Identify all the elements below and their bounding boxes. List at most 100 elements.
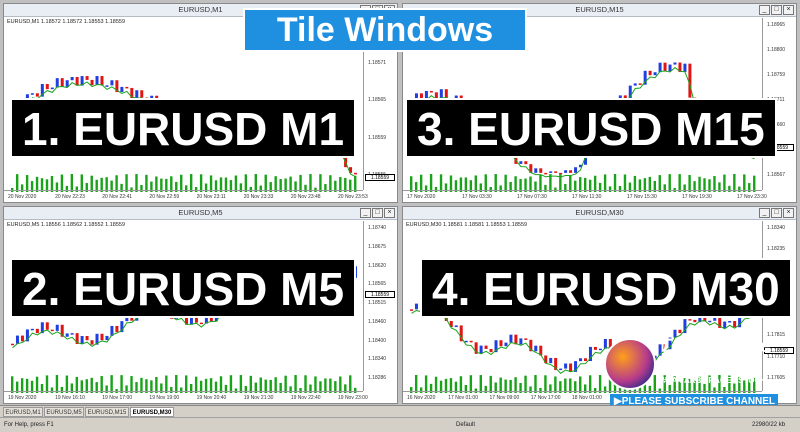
candle [135,90,139,99]
candle [140,90,144,98]
status-profile: Default [456,422,476,428]
time-scale-label: 17 Nov 23:30 [737,194,767,200]
time-scale-label: 17 Nov 19:30 [682,194,712,200]
time-scale-label: 20 Nov 23:11 [196,194,226,200]
time-scale-label: 18 Nov 01:00 [572,395,602,401]
price-scale-label: 1.18515 [368,300,387,306]
candle [70,76,74,81]
candle [50,329,54,332]
tab-eurusd-m30[interactable]: EURUSD,M30 [130,407,174,417]
candle [549,357,553,364]
price-scale-label: 1.18759 [767,72,786,78]
candle [55,324,59,331]
window-title: EURUSD,M5 [178,208,223,217]
candle [15,335,19,344]
status-bar: For Help, press F1 Default 22980/22 kb [0,417,800,432]
time-scale-label: 19 Nov 19:00 [149,395,180,401]
candle [120,86,124,93]
candle [85,76,89,80]
chart-tabs-bar: EURUSD,M1 EURUSD,M5 EURUSD,M15 EURUSD,M3… [0,405,800,417]
candle [444,89,448,99]
time-scale-label: 20 Nov 2020 [8,194,37,200]
tab-eurusd-m15[interactable]: EURUSD,M15 [85,407,129,417]
candle [559,172,563,175]
brand-name: TradersCafe [660,336,771,357]
price-scale[interactable]: 1.18740 1.18675 1.18620 1.18565 1.18515 1.184… [363,221,397,391]
candle [85,336,89,341]
time-scale-label: 19 Nov 17:00 [102,395,133,401]
time-scale-label: 19 Nov 23:00 [338,395,368,401]
candle [524,338,528,340]
candle [35,93,39,97]
candle [564,363,568,369]
candle [708,320,712,323]
price-scale-label: 1.18965 [767,22,786,28]
label-eurusd-m30: 4. EURUSD M30 [420,258,792,318]
candle [100,333,104,341]
time-scale[interactable]: 19 Nov 2020 19 Nov 16:10 19 Nov 17:00 19 No… [4,391,368,403]
maximize-button[interactable]: □ [372,208,383,218]
status-help-text: For Help, press F1 [4,422,54,428]
time-scale-label: 20 Nov 22:23 [55,194,85,200]
candle [509,334,513,343]
price-scale-label: 1.18286 [368,375,387,381]
maximize-button[interactable]: □ [771,208,782,218]
candle [90,340,94,345]
candle [410,309,413,311]
candle [579,358,583,362]
traderscafe-branding: TradersCafe #FOREX #CRYPTO #MT4 #EA #ARB… [604,334,774,400]
price-scale-label: 1.18571 [368,59,387,66]
price-scale-label: 1.18235 [767,246,786,253]
close-button[interactable]: × [783,5,794,15]
minimize-button[interactable]: _ [759,208,770,218]
candle [648,70,652,76]
candle [199,322,203,325]
time-scale-label: 20 Nov 23:33 [243,194,274,200]
maximize-button[interactable]: □ [771,5,782,15]
minimize-button[interactable]: _ [360,208,371,218]
window-titlebar[interactable]: EURUSD,M30 _ □ × [403,207,796,220]
time-scale-label: 19 Nov 21:30 [243,395,274,401]
price-scale-label: 1.18567 [767,172,786,178]
time-scale-label: 17 Nov 11:30 [572,194,602,200]
price-scale-label: 1.18740 [368,225,387,231]
time-scale-label: 19 Nov 2020 [8,395,37,401]
minimize-button[interactable]: _ [759,5,770,15]
price-scale-label: 1.18565 [368,281,387,288]
candle [574,167,578,173]
time-scale[interactable]: 17 Nov 2020 17 Nov 03:30 17 Nov 07:30 17 No… [403,190,767,202]
candle [688,319,692,321]
candle [569,363,573,372]
candle [663,62,667,72]
candle [683,63,687,72]
candle [70,333,74,335]
label-eurusd-m1: 1. EURUSD M1 [10,98,357,158]
brand-tags-line2: #EA #ARBITRAGE #STOCK [662,376,767,385]
status-traffic: 22980/22 kb [752,422,786,428]
candle [20,335,24,342]
time-scale-label: 17 Nov 2020 [407,194,436,200]
candle [65,333,69,337]
candle [519,338,523,345]
candle [354,172,358,175]
candle [414,303,418,310]
time-scale[interactable]: 20 Nov 2020 20 Nov 22:23 20 Nov 22:41 20 No… [4,190,368,202]
price-scale-label: 1.18400 [368,337,387,344]
candle [693,319,697,323]
candle [678,329,682,334]
window-titlebar[interactable]: EURUSD,M5 _ □ × [4,207,397,220]
candle [569,170,573,173]
close-button[interactable]: × [384,208,395,218]
time-scale-label: 20 Nov 23:53 [338,194,368,200]
candle [499,340,503,347]
tab-eurusd-m1[interactable]: EURUSD,M1 [3,407,43,417]
candle [534,168,538,173]
current-price-marker: 1.18559 [365,174,395,181]
time-scale-label: 19 Nov 16:10 [55,395,85,401]
candle [30,328,34,331]
candle [593,346,597,350]
candle [723,321,727,328]
time-scale-label: 17 Nov 09:00 [489,395,520,401]
tab-eurusd-m5[interactable]: EURUSD,M5 [44,407,84,417]
close-button[interactable]: × [783,208,794,218]
